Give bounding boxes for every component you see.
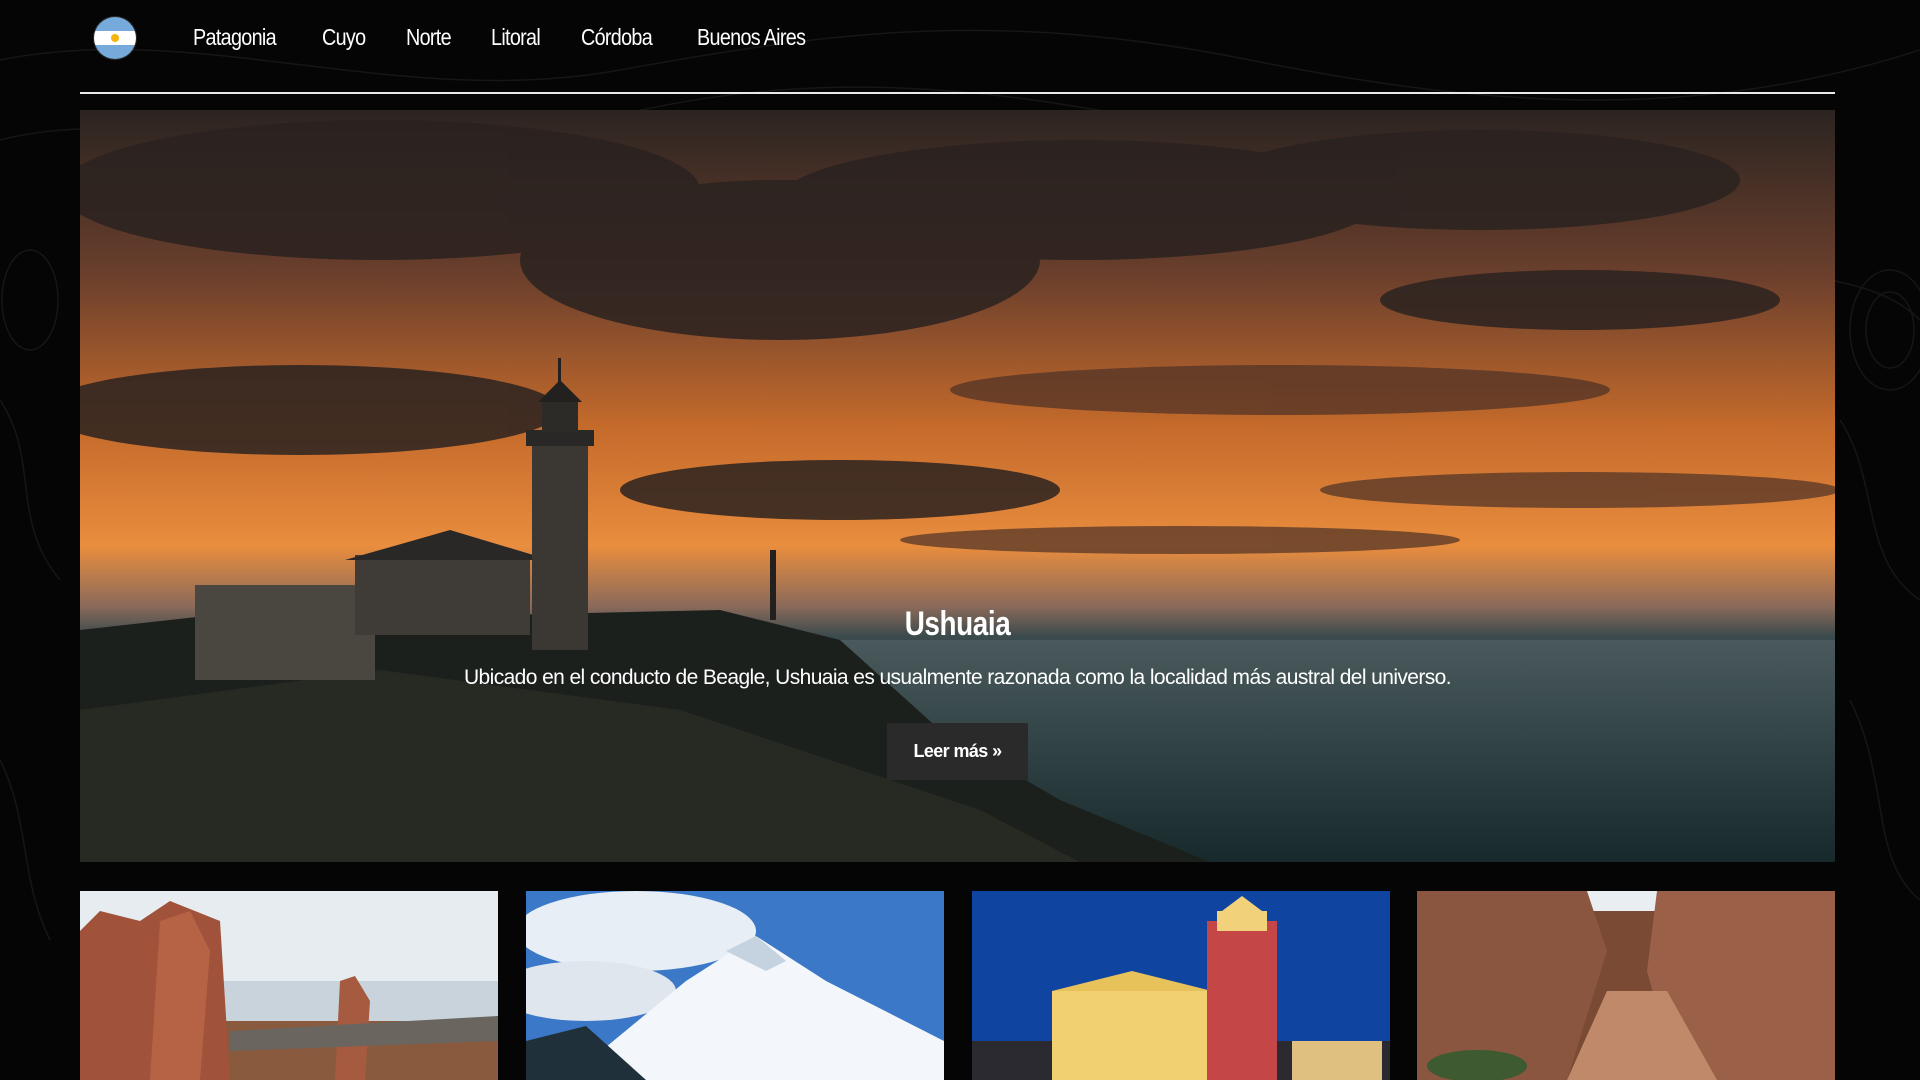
nav-links: Patagonia Cuyo Norte Litoral Córdoba Bue… <box>193 24 856 51</box>
top-navbar: Patagonia Cuyo Norte Litoral Córdoba Bue… <box>80 0 1835 94</box>
hero-description: Ubicado en el conducto de Beagle, Ushuai… <box>463 666 1452 689</box>
destination-card[interactable] <box>1417 891 1835 1080</box>
nav-link-litoral[interactable]: Litoral <box>491 24 541 51</box>
nav-link-cordoba[interactable]: Córdoba <box>581 24 653 51</box>
card-image-canyon <box>1417 891 1835 1080</box>
argentina-flag-icon[interactable] <box>94 17 136 59</box>
destination-card[interactable] <box>526 891 944 1080</box>
nav-link-cuyo[interactable]: Cuyo <box>322 24 366 51</box>
destination-card[interactable] <box>972 891 1390 1080</box>
card-image-red-rocks <box>80 891 498 1080</box>
card-image-volcano <box>526 891 944 1080</box>
nav-link-buenos-aires[interactable]: Buenos Aires <box>697 24 806 51</box>
nav-link-patagonia[interactable]: Patagonia <box>193 24 277 51</box>
destination-cards <box>80 891 1835 1080</box>
nav-divider <box>80 92 1835 94</box>
hero-title: Ushuaia <box>904 605 1011 643</box>
card-image-church <box>972 891 1390 1080</box>
destination-card[interactable] <box>80 891 498 1080</box>
hero-carousel[interactable]: Ushuaia Ubicado en el conducto de Beagle… <box>80 110 1835 862</box>
read-more-button[interactable]: Leer más » <box>887 723 1028 780</box>
nav-link-norte[interactable]: Norte <box>406 24 452 51</box>
